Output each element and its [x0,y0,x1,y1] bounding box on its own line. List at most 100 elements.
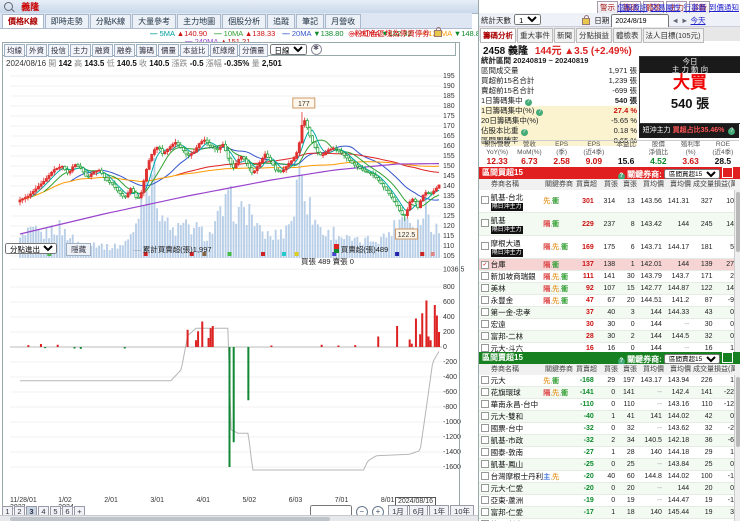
column-買張[interactable]: 買張 [597,364,618,375]
broker-row-元大[interactable]: 元大 先,衝 -168 29 197 143.17 143.94 226 1 [479,375,735,387]
column-買均價[interactable]: 買均價 [637,364,664,375]
hide-button[interactable]: 隱藏 [66,243,92,256]
column-券商名稱[interactable]: 券商名稱 [491,179,545,190]
broker-row-美林[interactable]: 美林 隔,先,衝 92 107 15 142.77 144.87 122 14 [479,283,735,295]
period-select[interactable]: 日線 [269,44,307,55]
tab-價格K線[interactable]: 價格K線 [2,14,44,28]
broker-row-新加坡商瑞銀[interactable]: 新加坡商瑞銀 隔,先,衝 111 141 30 143.79 143.7 171 2 [479,271,735,283]
lock-icon[interactable] [434,27,442,38]
broker-row-花旗環球[interactable]: 花旗環球 隔,先,衝 -141 0 141 -- 142.4 141 -22 [479,387,735,399]
broker-row-台灣摩根士丹利[interactable]: 台灣摩根士丹利 主,先 -20 40 60 144.8 144.02 100 -1 [479,471,735,483]
column-check[interactable] [479,179,491,190]
tab-大量參考[interactable]: 大量參考 [132,14,177,28]
search-icon[interactable] [4,2,13,11]
broker-row-亞東-蘆洲[interactable]: 亞東-蘆洲 -19 0 19 -- 144.47 19 -1 [479,495,735,507]
toolbar-主力[interactable]: 主力 [70,44,91,57]
broker-row-國泰-敦南[interactable]: 國泰-敦南 -27 1 28 140 144.18 29 1 [479,447,735,459]
right-tab-法人目標(105元)[interactable]: 法人目標(105元) [642,28,704,43]
row-checkbox[interactable] [481,196,489,204]
tab-個股分析[interactable]: 個股分析 [222,14,267,28]
column-賣張[interactable]: 賣張 [618,364,637,375]
row-checkbox[interactable] [481,459,489,468]
broker-row-富邦-二林[interactable]: 富邦-二林 28 30 2 144 144.5 32 0 [479,331,735,343]
date-lock-icon[interactable] [582,14,591,25]
column-買張[interactable]: 買張 [597,179,618,190]
column-券商名稱[interactable]: 券商名稱 [491,364,545,375]
toolbar-分價量[interactable]: 分價量 [239,44,268,57]
broker-row-元大-雙和[interactable]: 元大-雙和 -40 1 41 141 144.02 42 0 [479,411,735,423]
broker-row-凱基-鳳山[interactable]: 凱基-鳳山 -25 0 25 -- 143.84 25 0 [479,459,735,471]
row-checkbox[interactable] [481,435,489,444]
row-checkbox[interactable] [481,242,489,250]
column-關鍵券商[interactable]: 關鍵券商 [545,179,573,190]
broker-row-富邦-仁愛[interactable]: 富邦-仁愛 -17 1 18 140 145.44 19 3 [479,507,735,519]
top-link-個股資訊[interactable]: 個股資訊 [618,3,648,12]
row-checkbox[interactable] [481,507,489,516]
candlestick-chart[interactable]: 195 190 185 180 175 170 165 160 155 150 145 140 135 1… [2,66,458,258]
key-broker-select[interactable]: 區間賣超15 [664,354,720,364]
top-link-交易屬性[interactable]: 交易屬性 [651,3,681,12]
buy-table-scrollbar[interactable] [734,190,740,352]
question-icon[interactable]: ? [536,109,544,116]
tab-月營收[interactable]: 月營收 [325,14,362,28]
tab-主力地圖[interactable]: 主力地圖 [177,14,222,28]
column-關鍵券商[interactable]: 關鍵券商 [545,364,573,375]
row-checkbox[interactable] [481,319,489,328]
tab-筆記[interactable]: 筆記 [296,14,325,28]
column-買賣超[interactable]: 買賣超 [573,179,597,190]
row-checkbox[interactable] [481,447,489,456]
column-損益(萬)[interactable]: 損益(萬) [714,179,735,190]
lower-chart-type-select[interactable]: 分點進出 [5,243,57,254]
row-checkbox[interactable] [481,387,489,396]
row-checkbox[interactable] [481,411,489,420]
broker-row-台庫[interactable]: ✓ 台庫 隔,衝 137 138 1 142.01 144 139 27 [479,259,735,271]
toolbar-融資[interactable]: 融資 [92,44,113,57]
toolbar-價量[interactable]: 價量 [158,44,179,57]
broker-row-凱基-台北[interactable]: 凱基-台北 隔日沖主力 先,衝 301 314 13 143.56 141.31 327 10 [479,190,735,213]
horizontal-scrollbar-thumb[interactable] [10,517,330,521]
tab-追蹤[interactable]: 追蹤 [267,14,296,28]
question-icon[interactable]: ? [520,129,528,136]
broker-row-國票-台中[interactable]: 國票-台中 -32 0 32 -- 143.62 32 -2 [479,423,735,435]
row-checkbox[interactable] [481,495,489,504]
toolbar-外資[interactable]: 外資 [26,44,47,57]
row-checkbox[interactable] [481,375,489,384]
row-checkbox[interactable] [481,307,489,316]
toolbar-籌碼[interactable]: 籌碼 [136,44,157,57]
toolbar-紅綠燈[interactable]: 紅綠燈 [209,44,238,57]
row-checkbox[interactable]: ✓ [481,260,489,269]
tab-分點K線[interactable]: 分點K線 [89,14,132,28]
right-tab-重大事件[interactable]: 重大事件 [517,28,553,43]
broker-row-凱基-市政[interactable]: 凱基-市政 -32 2 34 140.5 142.18 36 -6 [479,435,735,447]
row-checkbox[interactable] [481,471,489,480]
date-prev-icon[interactable]: ◄ [671,16,678,25]
right-tab-籌碼分析[interactable]: 籌碼分析 [480,28,516,43]
row-checkbox[interactable] [481,271,489,280]
question-icon[interactable]: ? [728,128,736,135]
date-next-icon[interactable]: ► [681,16,688,25]
broker-row-摩根大通[interactable]: 摩根大通 隔日沖主力 隔,先,衝 169 175 6 143.71 144.17 181 5 [479,236,735,259]
column-賣均價[interactable]: 賣均價 [664,179,691,190]
column-買均價[interactable]: 買均價 [637,179,664,190]
table-menu-button[interactable] [722,352,733,363]
toolbar-投信[interactable]: 投信 [48,44,69,57]
sell-scroll-thumb[interactable] [736,377,740,447]
broker-row-宏遠[interactable]: 宏遠 30 30 0 144 -- 30 0 [479,319,735,331]
toolbar-本益比[interactable]: 本益比 [180,44,209,57]
right-tab-分點損益[interactable]: 分點損益 [576,28,612,43]
row-checkbox[interactable] [481,343,489,352]
broker-row-凱基[interactable]: 凱基 隔日沖主力 隔,衝 229 237 8 143.42 144 245 14 [479,213,735,236]
gear-icon[interactable]: ✱ [310,44,322,55]
column-賣張[interactable]: 賣張 [618,179,637,190]
column-成交量[interactable]: 成交量 [691,179,714,190]
broker-row-元大-仁愛[interactable]: 元大-仁愛 -20 0 20 -- 144 20 0 [479,483,735,495]
row-checkbox[interactable] [481,399,489,408]
right-tab-新聞[interactable]: 新聞 [554,28,575,43]
broker-row-第一金-忠孝[interactable]: 第一金-忠孝 37 40 3 144 144.33 43 0 [479,307,735,319]
row-checkbox[interactable] [481,483,489,492]
row-checkbox[interactable] [481,283,489,292]
broker-row-元大-斗六[interactable]: 元大-斗六 16 16 0 144 -- 16 1 [479,343,735,352]
row-checkbox[interactable] [481,219,489,227]
tab-即時走勢[interactable]: 即時走勢 [44,14,89,28]
buy-scroll-thumb[interactable] [736,192,740,252]
